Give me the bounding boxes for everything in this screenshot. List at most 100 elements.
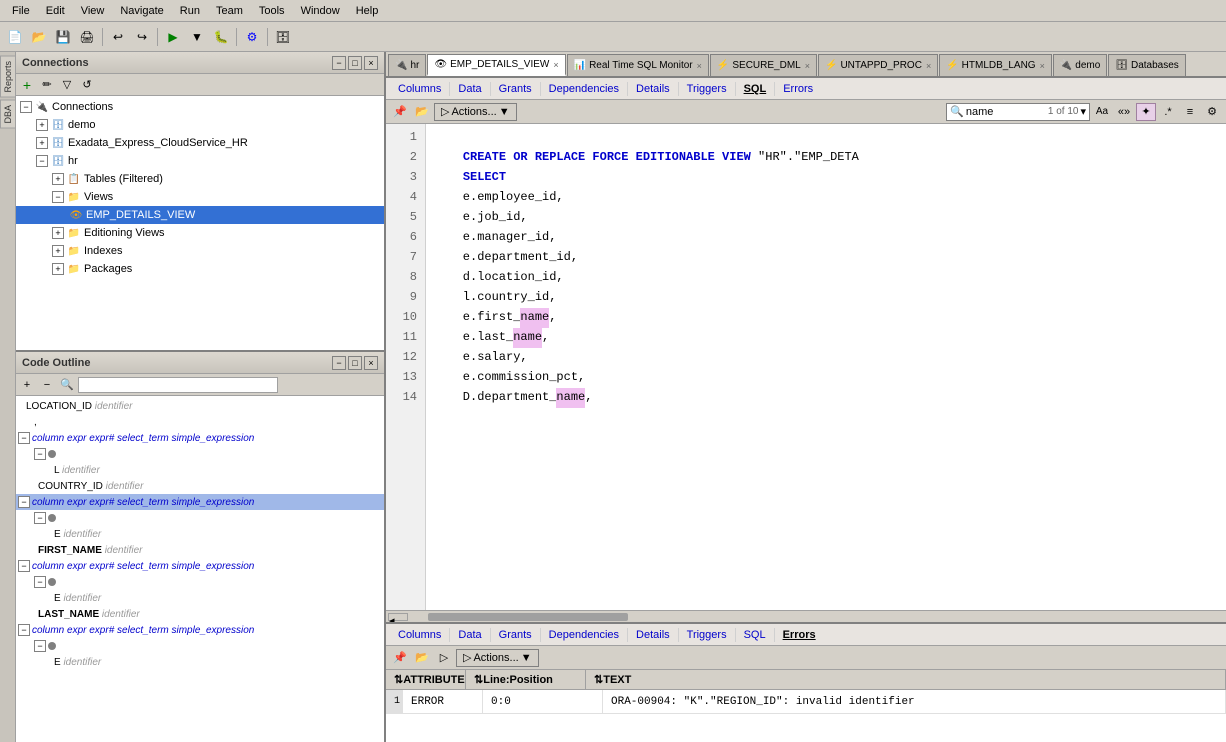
- tree-tables[interactable]: + 📋 Tables (Filtered): [16, 170, 384, 188]
- run-dropdown[interactable]: ▼: [186, 26, 208, 48]
- tables-expand[interactable]: +: [52, 173, 64, 185]
- settings-editor-btn[interactable]: ⚙: [1202, 103, 1222, 121]
- undo-button[interactable]: ↩: [107, 26, 129, 48]
- pin-btn[interactable]: 📌: [390, 103, 410, 121]
- connections-close[interactable]: ×: [364, 56, 378, 70]
- tab-secure-dml[interactable]: ⚡ SECURE_DML ×: [710, 54, 817, 76]
- match-btn[interactable]: .*: [1158, 103, 1178, 121]
- word-btn[interactable]: «»: [1114, 103, 1134, 121]
- outline-search-input[interactable]: [78, 377, 278, 393]
- sub-tab-details[interactable]: Details: [628, 82, 679, 96]
- sub-tab-dependencies[interactable]: Dependencies: [541, 82, 628, 96]
- menu-run[interactable]: Run: [172, 3, 208, 19]
- outline-maximize[interactable]: □: [348, 356, 362, 370]
- bottom-pin-btn[interactable]: 📌: [390, 649, 410, 667]
- outline-expand-btn[interactable]: +: [18, 376, 36, 394]
- filter-btn[interactable]: ▽: [58, 76, 76, 94]
- h-scroll-left[interactable]: ◂: [388, 613, 408, 621]
- menu-navigate[interactable]: Navigate: [112, 3, 171, 19]
- outline-item-e-id1[interactable]: E identifier: [16, 526, 384, 542]
- packages-expand[interactable]: +: [52, 263, 64, 275]
- tab-htmldb[interactable]: ⚡ HTMLDB_LANG ×: [939, 54, 1052, 76]
- tree-editioning-views[interactable]: + 📁 Editioning Views: [16, 224, 384, 242]
- new-button[interactable]: 📄: [4, 26, 26, 48]
- print-button[interactable]: 🖨: [76, 26, 98, 48]
- new-connection-btn[interactable]: +: [18, 76, 36, 94]
- outline-item-firstname[interactable]: FIRST_NAME identifier: [16, 542, 384, 558]
- outline-item-dot2[interactable]: −: [16, 510, 384, 526]
- emp-tab-close[interactable]: ×: [553, 60, 558, 70]
- outline-item-dot3[interactable]: −: [16, 574, 384, 590]
- tree-connections-root[interactable]: − 🔌 Connections: [16, 98, 384, 116]
- outline-item-dot4[interactable]: −: [16, 638, 384, 654]
- htmldb-close[interactable]: ×: [1040, 61, 1045, 71]
- hr-expand[interactable]: −: [36, 155, 48, 167]
- outline-item-comma1[interactable]: ,: [16, 414, 384, 430]
- bottom-run-btn[interactable]: ▷: [434, 649, 454, 667]
- views-expand[interactable]: −: [52, 191, 64, 203]
- code-content[interactable]: CREATE OR REPLACE FORCE EDITIONABLE VIEW…: [426, 124, 1226, 610]
- outline-item-dot1[interactable]: −: [16, 446, 384, 462]
- tree-demo[interactable]: + 🗄 demo: [16, 116, 384, 134]
- refresh-btn[interactable]: ↺: [78, 76, 96, 94]
- save-button[interactable]: 💾: [52, 26, 74, 48]
- menu-file[interactable]: File: [4, 3, 38, 19]
- edit-connection-btn[interactable]: ✏: [38, 76, 56, 94]
- menu-help[interactable]: Help: [348, 3, 387, 19]
- search-input[interactable]: [966, 106, 1046, 118]
- outline-item-lastname[interactable]: LAST_NAME identifier: [16, 606, 384, 622]
- sub-tab-triggers[interactable]: Triggers: [679, 82, 736, 96]
- outline-item-col3[interactable]: − column expr expr# select_term simple_e…: [16, 622, 384, 638]
- compile-button[interactable]: ⚙: [241, 26, 263, 48]
- open-button[interactable]: 📂: [28, 26, 50, 48]
- menu-view[interactable]: View: [73, 3, 113, 19]
- outline-item-country[interactable]: COUNTRY_ID identifier: [16, 478, 384, 494]
- connections-minimize[interactable]: −: [332, 56, 346, 70]
- menu-tools[interactable]: Tools: [251, 3, 293, 19]
- sub-tab-columns[interactable]: Columns: [390, 82, 450, 96]
- debug-button[interactable]: 🐛: [210, 26, 232, 48]
- outline-item-e-id3[interactable]: E identifier: [16, 654, 384, 670]
- dba-tab[interactable]: DBA: [0, 100, 16, 129]
- tree-emp-details-view[interactable]: 👁 EMP_DETAILS_VIEW: [16, 206, 384, 224]
- tab-databases[interactable]: 🗄 Databases: [1108, 54, 1186, 76]
- secure-dml-close[interactable]: ×: [805, 61, 810, 71]
- outline-item-col-last[interactable]: − column expr expr# select_term simple_e…: [16, 558, 384, 574]
- menu-team[interactable]: Team: [208, 3, 251, 19]
- realtime-close[interactable]: ×: [697, 61, 702, 71]
- h-scroll-thumb[interactable]: [428, 613, 628, 621]
- h-scrollbar[interactable]: ◂: [386, 610, 1226, 622]
- bottom-actions-button[interactable]: ▷ Actions... ▼: [456, 649, 539, 667]
- code-editor[interactable]: 1 2 3 4 5 6 7 8 9 10 11 12 13 14: [386, 124, 1226, 610]
- sub-tab-data[interactable]: Data: [450, 82, 490, 96]
- bottom-sub-dependencies[interactable]: Dependencies: [541, 628, 628, 642]
- outline-collapse-btn[interactable]: −: [38, 376, 56, 394]
- untappd-close[interactable]: ×: [926, 61, 931, 71]
- sub-tab-grants[interactable]: Grants: [491, 82, 541, 96]
- bottom-sub-columns[interactable]: Columns: [390, 628, 450, 642]
- editioning-expand[interactable]: +: [52, 227, 64, 239]
- actions-button[interactable]: ▷ Actions... ▼: [434, 103, 517, 121]
- tab-hr[interactable]: 🔌 hr: [388, 54, 426, 76]
- menu-edit[interactable]: Edit: [38, 3, 73, 19]
- expand-icon[interactable]: −: [20, 101, 32, 113]
- outline-item-col1[interactable]: − column expr expr# select_term simple_e…: [16, 430, 384, 446]
- tab-demo[interactable]: 🔌 demo: [1053, 54, 1107, 76]
- db-button[interactable]: 🗄: [272, 26, 294, 48]
- bottom-sub-grants[interactable]: Grants: [491, 628, 541, 642]
- outline-item-l-id[interactable]: L identifier: [16, 462, 384, 478]
- outline-item-e-id2[interactable]: E identifier: [16, 590, 384, 606]
- outline-search-btn[interactable]: 🔍: [58, 376, 76, 394]
- bottom-open-btn[interactable]: 📂: [412, 649, 432, 667]
- open-editor-btn[interactable]: 📂: [412, 103, 432, 121]
- highlight-btn[interactable]: ✦: [1136, 103, 1156, 121]
- bottom-sub-details[interactable]: Details: [628, 628, 679, 642]
- tree-indexes[interactable]: + 📁 Indexes: [16, 242, 384, 260]
- sub-tab-sql[interactable]: SQL: [736, 82, 776, 96]
- menu-window[interactable]: Window: [293, 3, 348, 19]
- outline-minimize[interactable]: −: [332, 356, 346, 370]
- match-case-btn[interactable]: Aa: [1092, 103, 1112, 121]
- outline-item-location[interactable]: LOCATION_ID identifier: [16, 398, 384, 414]
- reports-tab[interactable]: Reports: [0, 56, 16, 98]
- tab-emp-details[interactable]: 👁 EMP_DETAILS_VIEW ×: [427, 54, 565, 76]
